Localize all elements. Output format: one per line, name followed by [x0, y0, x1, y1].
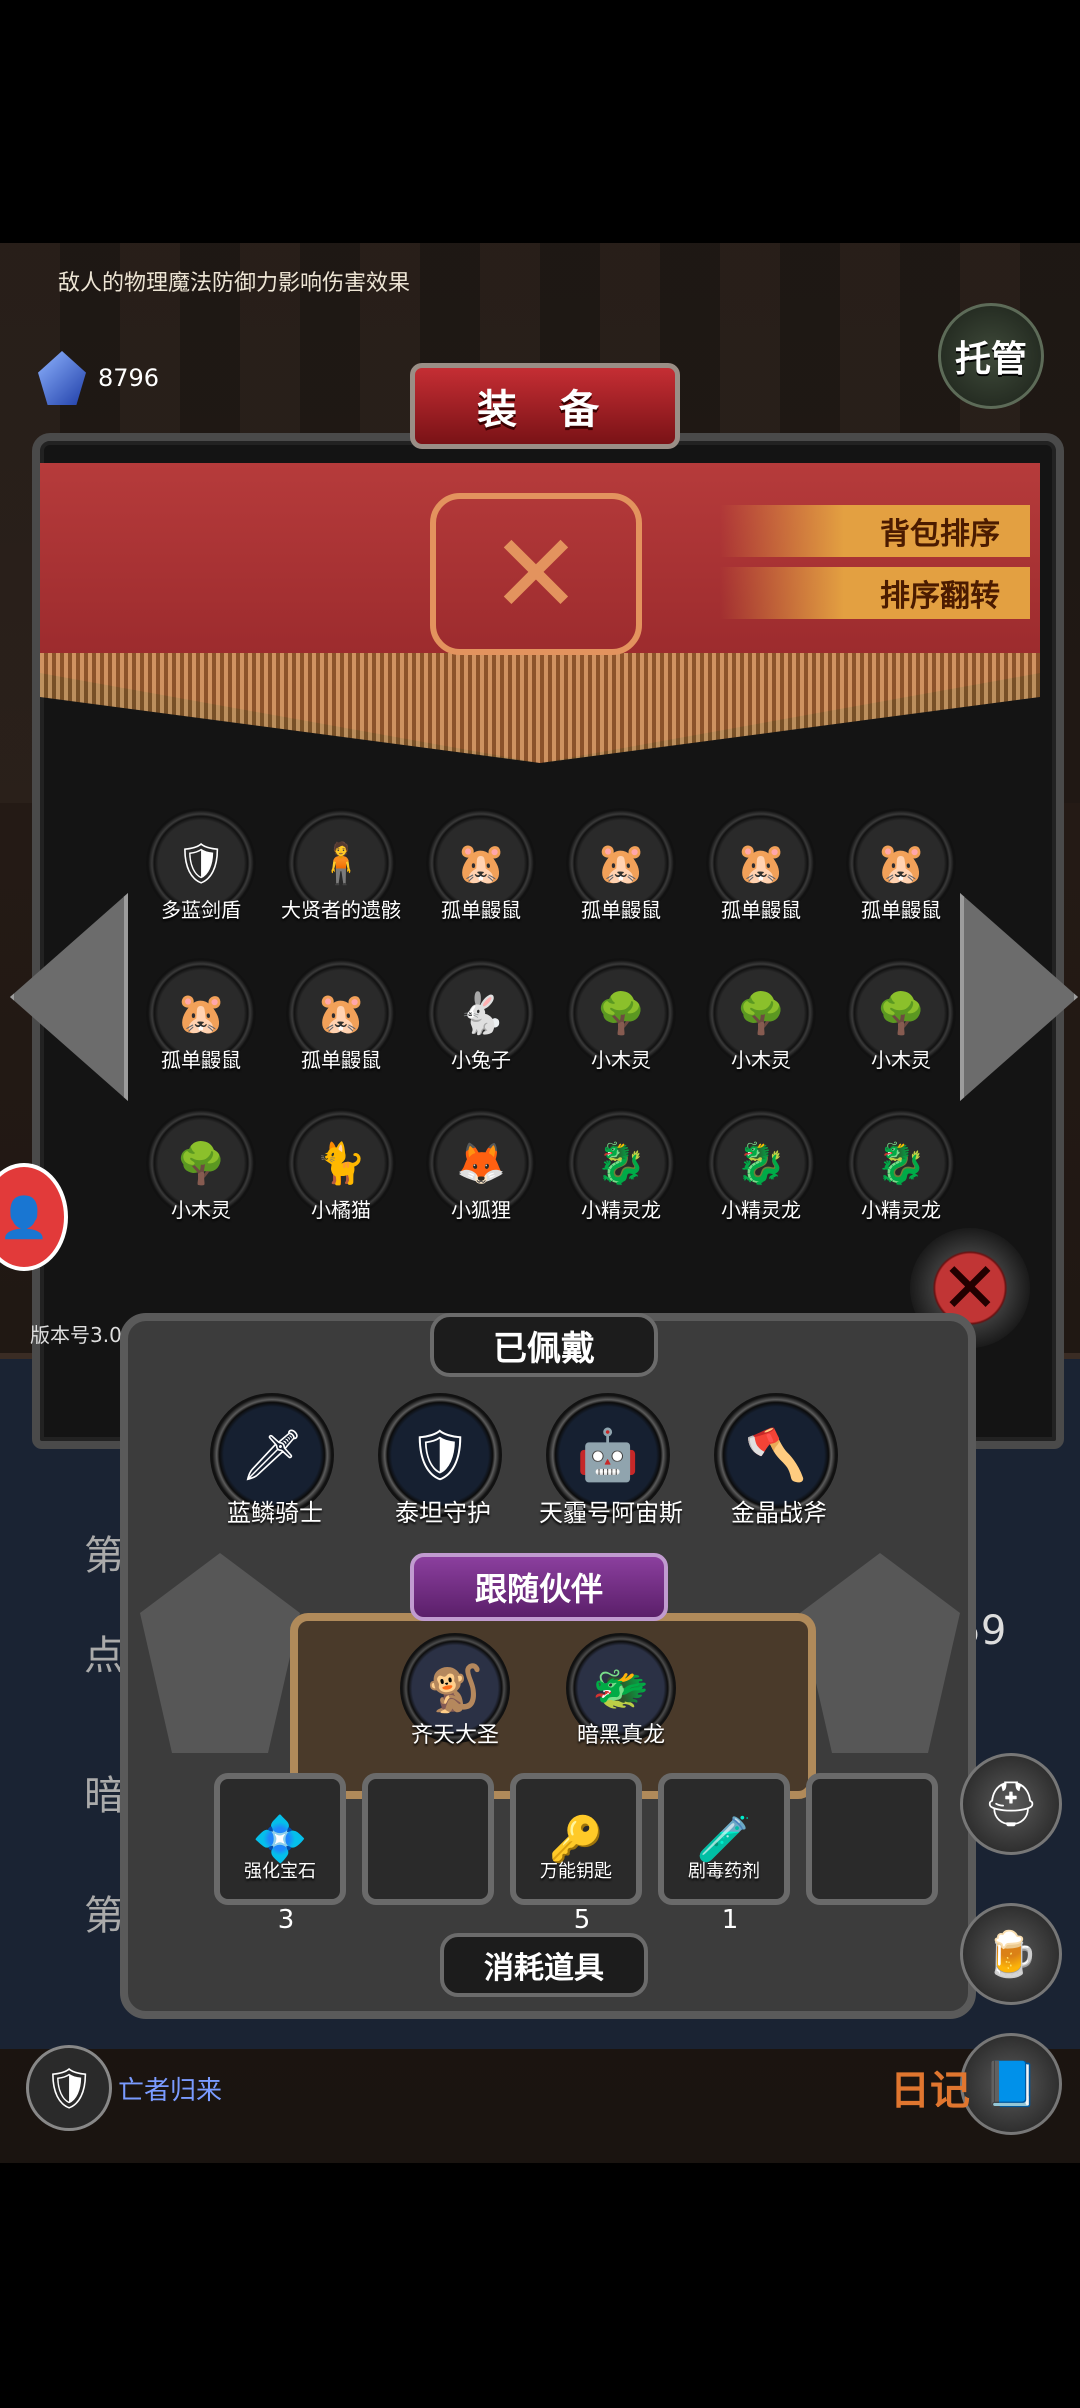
bg-text: 暗 [84, 1773, 124, 1819]
consumable-label: 万能钥匙 [540, 1861, 612, 1882]
sort-reverse-button[interactable]: 排序翻转 [720, 567, 1030, 619]
consumable-slot[interactable] [806, 1773, 938, 1905]
inventory-slot[interactable]: 🐹 孤单鼹鼠 [278, 958, 418, 1078]
inventory-slot[interactable]: 🌳 小木灵 [138, 1108, 278, 1228]
equipped-row: 🗡 蓝鳞骑士 🛡 泰坦守护 🤖 天霾号阿宙斯 🪓 金晶战斧 [210, 1393, 844, 1533]
inventory-slot[interactable]: 🧍 大贤者的遗骸 [278, 808, 418, 928]
companion-row: 🐒 齐天大圣 🐲 暗黑真龙 [400, 1633, 676, 1763]
equipped-slot[interactable]: 🗡 蓝鳞骑士 [210, 1393, 340, 1533]
consumable-label: 剧毒药剂 [688, 1861, 760, 1882]
version-label: 版本号3.08 [30, 1323, 135, 1347]
consumable-count: 3 [277, 1905, 295, 1935]
game-screen: 敌人的物理魔法防御力影响伤害效果 8796 托管 第 点 暗 第 459 ✕ 装… [0, 243, 1080, 2163]
sort-bag-button[interactable]: 背包排序 [720, 505, 1030, 557]
item-label: 孤单鼹鼠 [721, 898, 801, 922]
inventory-slot[interactable]: 🐉 小精灵龙 [698, 1108, 838, 1228]
companion-label: 暗黑真龙 [576, 1723, 665, 1748]
equipped-label: 泰坦守护 [395, 1499, 491, 1527]
inventory-slot[interactable]: 🌳 小木灵 [838, 958, 978, 1078]
inventory-slot[interactable]: 🐹 孤单鼹鼠 [418, 808, 558, 928]
consumable-count: 5 [573, 1905, 591, 1935]
crossed-swords-icon: ✕ [430, 493, 642, 655]
item-label: 小精灵龙 [861, 1198, 941, 1222]
item-label: 小精灵龙 [721, 1198, 801, 1222]
consumable-slot[interactable]: 🔑 万能钥匙 5 [510, 1773, 642, 1935]
gem-icon [38, 351, 86, 405]
consumable-slot[interactable]: 🧪 剧毒药剂 1 [658, 1773, 790, 1935]
consumables-title: 消耗道具 [440, 1933, 648, 1997]
tavern-mug-icon[interactable]: 🍺 [960, 1903, 1062, 2005]
equipped-slot[interactable]: 🪓 金晶战斧 [714, 1393, 844, 1533]
inventory-slot[interactable]: 🐹 孤单鼹鼠 [698, 808, 838, 928]
diary-label[interactable]: 日记 [890, 2058, 970, 2116]
item-label: 小木灵 [591, 1048, 651, 1072]
item-label: 小精灵龙 [581, 1198, 661, 1222]
inventory-slot[interactable]: 🐈 小橘猫 [278, 1108, 418, 1228]
item-label: 小橘猫 [311, 1198, 371, 1222]
companion-label: 齐天大圣 [410, 1723, 499, 1748]
player-info[interactable]: 🛡 亡者归来 [26, 2045, 222, 2131]
gem-count: 8796 [98, 364, 160, 392]
item-label: 小兔子 [451, 1048, 511, 1072]
inventory-slot[interactable]: 🌳 小木灵 [558, 958, 698, 1078]
bg-text: 第 [84, 1533, 124, 1579]
inventory-slot[interactable]: 🐹 孤单鼹鼠 [138, 958, 278, 1078]
inventory-slot[interactable]: 🌳 小木灵 [698, 958, 838, 1078]
consumables-row: 💠 强化宝石 3 🔑 万能钥匙 5 🧪 剧毒药剂 1 [214, 1773, 938, 1935]
inventory-slot[interactable]: 🐹 孤单鼹鼠 [558, 808, 698, 928]
equipped-label: 天霾号阿宙斯 [539, 1499, 683, 1527]
companion-slot[interactable]: 🐲 暗黑真龙 [566, 1633, 676, 1763]
equipped-slot[interactable]: 🤖 天霾号阿宙斯 [539, 1393, 683, 1533]
consumable-slot[interactable]: 💠 强化宝石 3 [214, 1773, 346, 1935]
equipment-title: 装 备 [410, 363, 680, 449]
gem-counter: 8796 [38, 351, 159, 405]
item-label: 小狐狸 [451, 1198, 511, 1222]
item-label: 多蓝剑盾 [161, 898, 241, 922]
consumable-label: 强化宝石 [244, 1861, 316, 1882]
player-name: 亡者归来 [118, 2075, 223, 2106]
consumable-slot[interactable] [362, 1773, 494, 1905]
player-avatar-icon: 🛡 [26, 2045, 112, 2131]
inventory-slot[interactable]: 🐉 小精灵龙 [838, 1108, 978, 1228]
hint-text: 敌人的物理魔法防御力影响伤害效果 [58, 271, 411, 296]
consumable-count: 1 [721, 1905, 739, 1935]
item-label: 孤单鼹鼠 [861, 898, 941, 922]
companion-title: 跟随伙伴 [410, 1553, 668, 1621]
inventory-slot[interactable]: 🐉 小精灵龙 [558, 1108, 698, 1228]
helmet-icon[interactable]: ⛑ [960, 1753, 1062, 1855]
item-label: 小木灵 [871, 1048, 931, 1072]
inventory-slot[interactable]: 🐹 孤单鼹鼠 [838, 808, 978, 928]
item-label: 大贤者的遗骸 [281, 898, 401, 922]
item-label: 孤单鼹鼠 [301, 1048, 381, 1072]
inventory-grid: 🛡 多蓝剑盾 🧍 大贤者的遗骸 🐹 孤单鼹鼠 🐹 孤单鼹鼠 🐹 孤单鼹鼠 🐹 孤单鼹鼠 🐹 孤… [138, 808, 958, 1228]
auto-play-button[interactable]: 托管 [938, 303, 1044, 409]
item-label: 小木灵 [171, 1198, 231, 1222]
bg-text: 点 [84, 1633, 124, 1679]
equipped-label: 金晶战斧 [731, 1499, 827, 1527]
equipped-title: 已佩戴 [430, 1313, 658, 1377]
equipped-slot[interactable]: 🛡 泰坦守护 [378, 1393, 508, 1533]
item-label: 孤单鼹鼠 [581, 898, 661, 922]
equipped-label: 蓝鳞骑士 [227, 1499, 323, 1527]
companion-slot[interactable]: 🐒 齐天大圣 [400, 1633, 510, 1763]
item-label: 小木灵 [731, 1048, 791, 1072]
inventory-slot[interactable]: 🛡 多蓝剑盾 [138, 808, 278, 928]
bg-text: 第 [84, 1893, 124, 1939]
diary-book-icon[interactable]: 📘 [960, 2033, 1062, 2135]
item-label: 孤单鼹鼠 [161, 1048, 241, 1072]
inventory-slot[interactable]: 🦊 小狐狸 [418, 1108, 558, 1228]
inventory-slot[interactable]: 🐇 小兔子 [418, 958, 558, 1078]
item-label: 孤单鼹鼠 [441, 898, 521, 922]
